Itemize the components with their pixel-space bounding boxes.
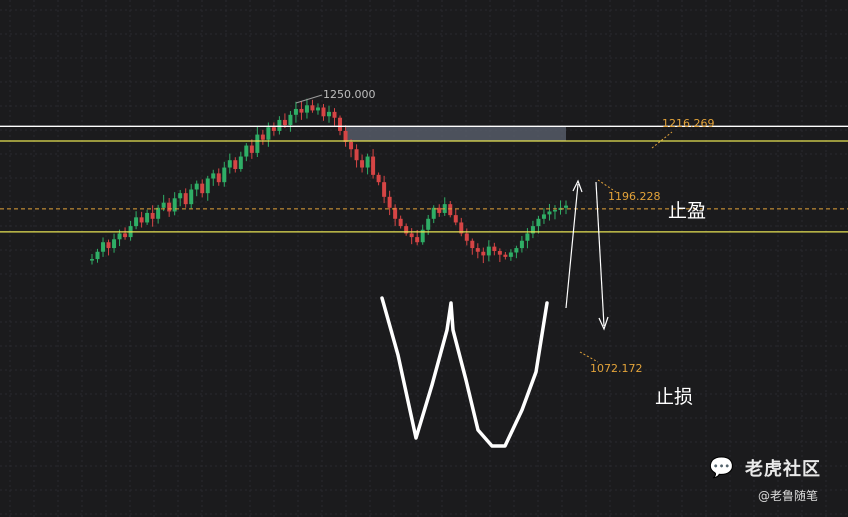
candle-body — [271, 127, 276, 131]
candle-body — [249, 145, 254, 153]
watermark-author: @老鲁随笔 — [758, 489, 819, 503]
candle-body — [134, 217, 139, 227]
candle-body — [536, 218, 541, 227]
resistance-zone — [346, 126, 566, 142]
candle-body — [255, 134, 260, 153]
candle-body — [453, 215, 458, 223]
candle-body — [382, 182, 387, 197]
candle-body — [277, 119, 282, 131]
candle-body — [238, 156, 243, 169]
candle-body — [508, 252, 513, 257]
candle-body — [145, 212, 150, 223]
candle-body — [288, 114, 293, 126]
candle-body — [409, 233, 414, 238]
candle-body — [475, 248, 480, 252]
candle-body — [497, 251, 502, 255]
candle-body — [244, 145, 249, 157]
arrow-up-line — [565, 183, 579, 309]
candle-body — [216, 173, 221, 183]
candle-body — [117, 233, 122, 240]
candle-body — [299, 108, 304, 113]
candle-body — [189, 189, 194, 205]
candle-body — [211, 173, 216, 179]
take-profit-text: 止盈 — [668, 200, 707, 222]
candle-body — [315, 107, 320, 111]
candle-body — [150, 212, 155, 219]
candle-body — [393, 207, 398, 219]
candle-body — [161, 202, 166, 208]
candle-body — [564, 205, 568, 208]
candle-body — [222, 167, 227, 183]
candle-body — [464, 233, 469, 241]
peak-label-leader — [295, 94, 323, 104]
candlestick-chart — [0, 0, 848, 517]
candle-body — [282, 119, 287, 126]
candle-body — [354, 149, 359, 161]
candle-body — [205, 178, 210, 194]
candle-body — [481, 251, 486, 256]
candle-body — [266, 127, 271, 140]
candle-body — [470, 240, 475, 249]
candle-body — [260, 134, 265, 140]
candle-body — [101, 242, 106, 252]
candle-body — [503, 254, 508, 257]
candle-body — [178, 193, 183, 199]
candle-body — [387, 196, 392, 208]
candle-body — [293, 108, 298, 115]
candle-body — [365, 156, 370, 168]
candle-body — [343, 130, 348, 142]
candle-body — [426, 218, 431, 230]
candle-body — [167, 202, 172, 212]
candle-body — [106, 242, 111, 249]
upper-line-label: 1216.269 — [662, 117, 715, 130]
candle-body — [90, 259, 94, 261]
candle-body — [338, 117, 343, 131]
candle-body — [398, 218, 403, 227]
arrow-down-line — [595, 181, 605, 327]
upper-label-leader — [651, 131, 673, 149]
candle-body — [360, 160, 365, 168]
candle-body — [332, 111, 337, 118]
candle-body — [349, 141, 354, 150]
stop-loss-text: 止损 — [655, 386, 694, 408]
candle-body — [233, 160, 238, 169]
candle-body — [194, 183, 199, 190]
candle-body — [415, 237, 420, 243]
candle-body — [200, 183, 205, 194]
stop-loss-label-leader — [579, 351, 599, 363]
take-profit-line-label: 1196.228 — [608, 190, 661, 203]
candle-body — [123, 233, 128, 238]
candle-body — [227, 160, 232, 168]
candle-body — [376, 174, 381, 183]
w-pattern-stroke — [380, 296, 549, 448]
watermark-brand: 老虎社区 — [745, 459, 821, 480]
candle-body — [492, 246, 497, 252]
tiger-logo-icon: 💬 — [709, 455, 734, 479]
candle-body — [431, 207, 436, 219]
candle-body — [156, 207, 161, 219]
candle-body — [310, 105, 315, 111]
candle-body — [139, 217, 144, 223]
candle-body — [486, 246, 491, 256]
candle-body — [327, 111, 331, 117]
chart-root: 1250.000 1216.269 1196.228 1072.172 止盈 止… — [0, 0, 848, 517]
candle-body — [304, 105, 309, 113]
stop-loss-line-label: 1072.172 — [590, 362, 643, 375]
candle-body — [552, 210, 557, 212]
candle-body — [541, 214, 546, 219]
candle-body — [183, 193, 188, 205]
candle-body — [172, 198, 177, 212]
candle-body — [112, 239, 117, 249]
candle-body — [514, 248, 519, 253]
candle-body — [547, 211, 552, 215]
candle-body — [321, 107, 326, 117]
candle-body — [371, 156, 376, 175]
candle-body — [519, 240, 524, 249]
peak-price-label: 1250.000 — [323, 88, 376, 101]
candle-body — [95, 251, 100, 260]
candle-body — [448, 204, 453, 216]
candle-body — [525, 233, 530, 241]
